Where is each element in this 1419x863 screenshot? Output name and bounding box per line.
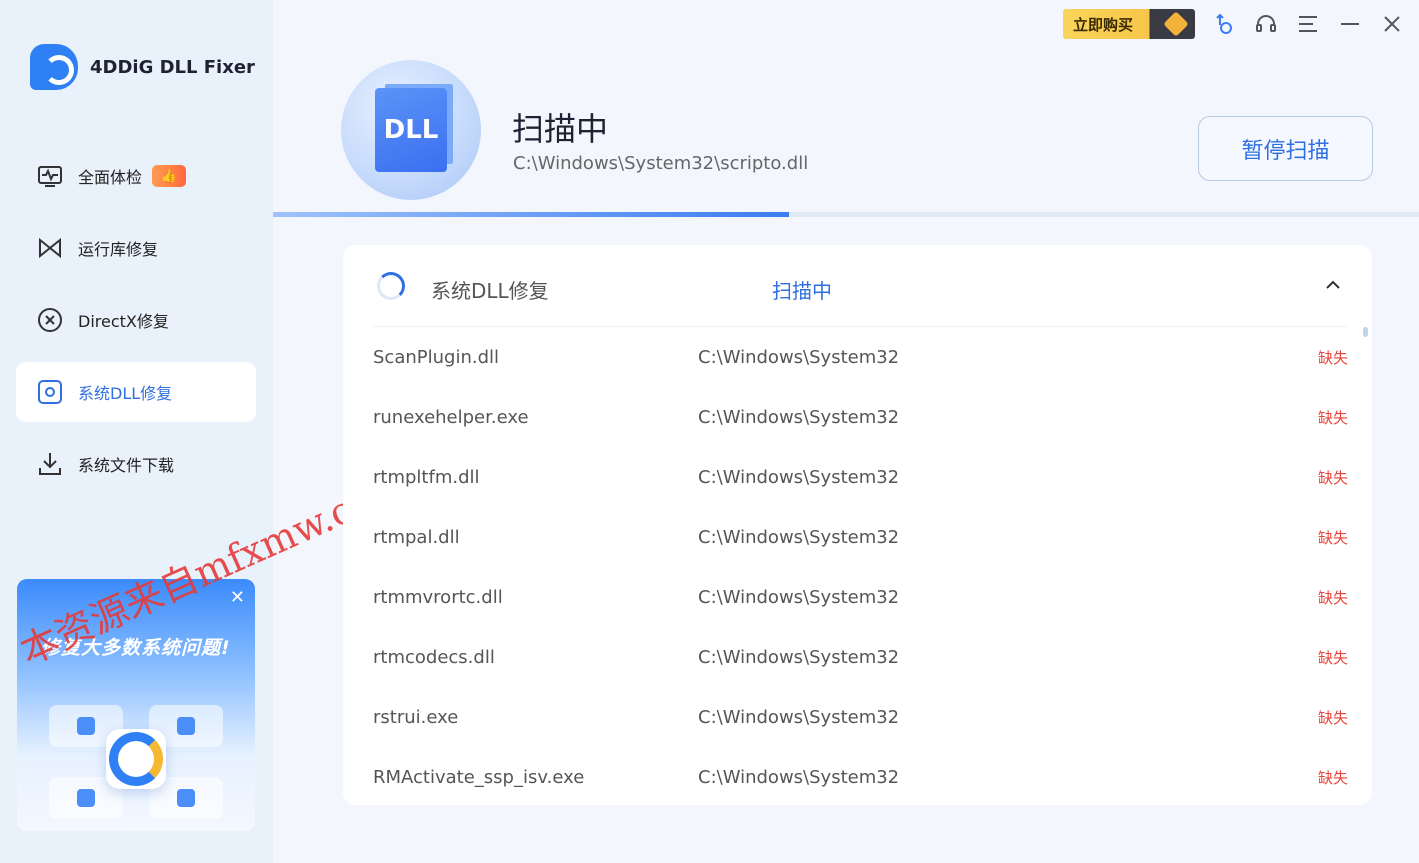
dll-path: C:\Windows\System32 [698,646,900,668]
dll-status: 缺失 [1317,468,1348,487]
dll-path: C:\Windows\System32 [698,586,900,608]
panel-status: 扫描中 [772,279,832,303]
buy-now-label: 立即购买 [1073,15,1134,34]
dll-name: rtmpal.dll [373,526,460,548]
close-icon[interactable]: ✕ [230,587,245,608]
chevron-up-icon[interactable] [1321,273,1345,297]
sidebar-item-label: 系统DLL修复 [78,384,173,403]
dll-name: rstrui.exe [373,706,459,728]
dll-scan-panel: 系统DLL修复 扫描中 ScanPlugin.dll C:\Windows\Sys… [343,245,1372,805]
dll-path: C:\Windows\System32 [698,526,900,548]
loading-spinner-icon [377,272,405,300]
dll-file-illustration: DLL [341,60,481,200]
table-row[interactable]: RMActivate_ssp_isv.exe C:\Windows\System3… [373,747,1348,805]
table-row[interactable]: rtmpal.dll C:\Windows\System32 缺失 [373,507,1348,567]
dll-path: C:\Windows\System32 [698,466,900,488]
thumbs-up-badge-icon: 👍 [152,165,187,187]
pause-scan-button[interactable]: 暂停扫描 [1198,116,1373,181]
sidebar-item-directx[interactable]: DirectX修复 [16,290,256,350]
app-logo: 4DDiG DLL Fixer [30,44,255,90]
logo-icon [30,44,78,90]
minimize-icon[interactable] [1337,10,1363,38]
app-name: 4DDiG DLL Fixer [90,56,255,78]
close-window-icon[interactable] [1379,10,1405,38]
dll-name: RMActivate_ssp_isv.exe [373,766,585,788]
promo-app-icon [106,729,166,789]
dll-status: 缺失 [1317,588,1348,607]
table-row[interactable]: rstrui.exe C:\Windows\System32 缺失 [373,687,1348,747]
dll-path: C:\Windows\System32 [698,706,900,728]
sidebar-item-label: 系统文件下载 [78,456,175,475]
panel-title: 系统DLL修复 [431,279,549,303]
panel-header[interactable]: 系统DLL修复 扫描中 [373,245,1347,327]
current-scan-path: C:\Windows\System32\scripto.dll [513,153,809,174]
dll-name: rtmcodecs.dll [373,646,495,668]
dll-status: 缺失 [1317,648,1348,667]
diamond-icon [1163,11,1189,37]
touch-icon[interactable] [1211,10,1237,38]
runtime-repair-icon [36,234,64,262]
dll-name: ScanPlugin.dll [373,346,500,368]
sidebar-item-label: 运行库修复 [78,240,159,259]
table-row[interactable]: runexehelper.exe C:\Windows\System32 缺失 [373,387,1348,447]
sidebar: 4DDiG DLL Fixer 全面体检 👍 运行库修复 DirectX修复 系… [0,0,273,863]
dll-name: runexehelper.exe [373,406,529,428]
table-row[interactable]: ScanPlugin.dll C:\Windows\System32 缺失 [373,327,1348,387]
download-icon [36,450,64,478]
sidebar-nav: 全面体检 👍 运行库修复 DirectX修复 系统DLL修复 系统文件下载 [16,146,256,506]
table-row[interactable]: rtmpltfm.dll C:\Windows\System32 缺失 [373,447,1348,507]
dll-path: C:\Windows\System32 [698,346,900,368]
scan-progress-bar [273,212,1419,217]
sidebar-item-label: DirectX修复 [78,312,169,331]
buy-now-button[interactable]: 立即购买 [1063,9,1195,39]
dll-path: C:\Windows\System32 [698,766,900,788]
dll-document-icon: DLL [375,88,447,172]
sidebar-item-dll-repair[interactable]: 系统DLL修复 [16,362,256,422]
table-row[interactable]: rtmmvrortc.dll C:\Windows\System32 缺失 [373,567,1348,627]
dll-status: 缺失 [1317,708,1348,727]
dll-path: C:\Windows\System32 [698,406,900,428]
menu-icon[interactable] [1295,10,1321,38]
scrollbar[interactable] [1363,327,1368,337]
sidebar-item-file-download[interactable]: 系统文件下载 [16,434,256,494]
health-check-icon [36,162,64,190]
dll-status: 缺失 [1317,348,1348,367]
directx-icon [36,306,64,334]
sidebar-item-health-check[interactable]: 全面体检 👍 [16,146,256,206]
headset-support-icon[interactable] [1253,10,1279,38]
window-controls [1211,10,1405,38]
dll-name: rtmmvrortc.dll [373,586,503,608]
dll-status: 缺失 [1317,408,1348,427]
sidebar-item-runtime-repair[interactable]: 运行库修复 [16,218,256,278]
dll-repair-icon [36,378,64,406]
scan-status-title: 扫描中 [512,110,609,148]
dll-name: rtmpltfm.dll [373,466,480,488]
dll-status: 缺失 [1317,528,1348,547]
scan-progress-fill [273,212,789,217]
sidebar-item-label: 全面体检 [78,168,143,187]
dll-status: 缺失 [1317,768,1348,787]
dll-list: ScanPlugin.dll C:\Windows\System32 缺失 runex… [373,327,1348,805]
table-row[interactable]: rtmcodecs.dll C:\Windows\System32 缺失 [373,627,1348,687]
